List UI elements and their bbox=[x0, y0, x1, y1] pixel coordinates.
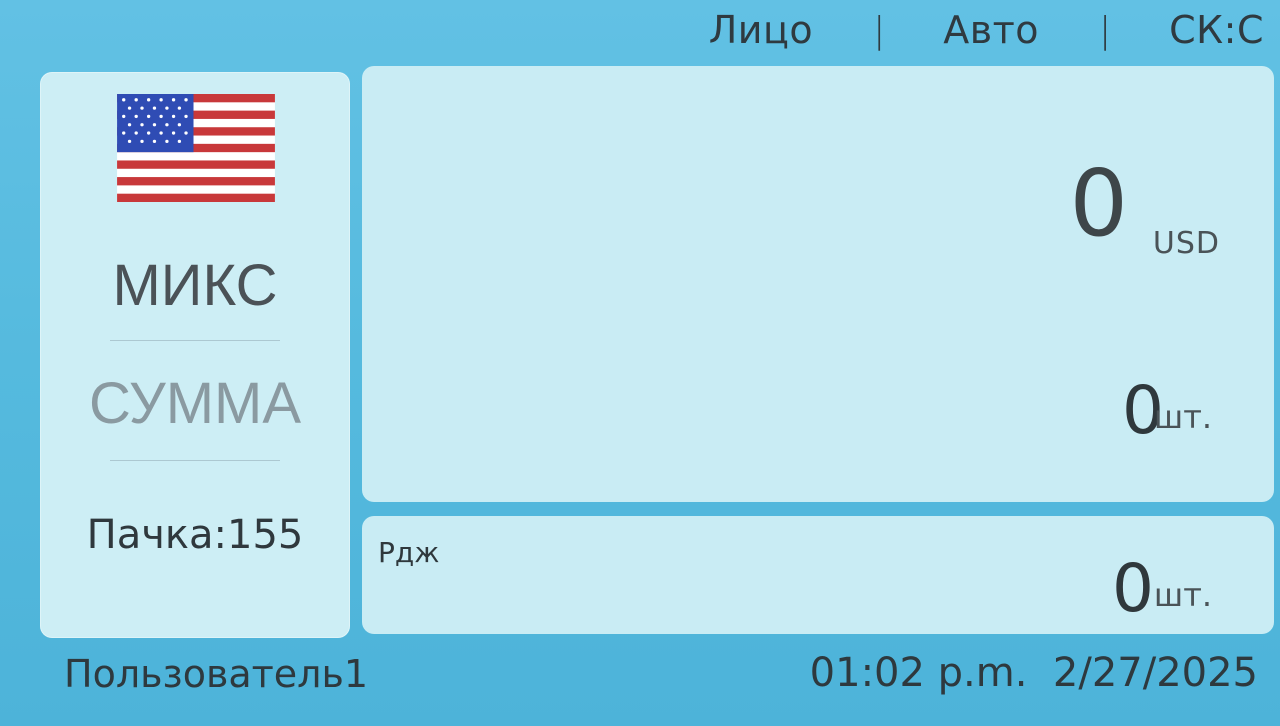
auto-mode-label[interactable]: Авто bbox=[943, 8, 1039, 52]
reject-count: 0 bbox=[1112, 550, 1154, 627]
face-side-label[interactable]: Лицо bbox=[709, 8, 813, 52]
separator: | bbox=[873, 9, 886, 51]
time-label: 01:02 p.m. bbox=[809, 650, 1028, 696]
pieces-unit: шт. bbox=[1153, 398, 1212, 436]
counter-screen: Лицо | Авто | СК:С МИКС СУММА Пачка:155 … bbox=[0, 0, 1280, 726]
reject-label: Рдж bbox=[378, 536, 440, 569]
mix-mode-button[interactable]: МИКС bbox=[40, 252, 350, 319]
mode-panel: МИКС СУММА Пачка:155 bbox=[40, 72, 350, 638]
us-flag-icon[interactable] bbox=[114, 94, 278, 202]
currency-label: USD bbox=[1152, 226, 1220, 261]
total-amount: 0 bbox=[1069, 150, 1128, 257]
divider bbox=[110, 460, 280, 461]
user-name[interactable]: Пользователь1 bbox=[64, 652, 368, 696]
date-label: 2/27/2025 bbox=[1052, 650, 1258, 696]
speed-label[interactable]: СК:С bbox=[1169, 8, 1264, 52]
reject-unit: шт. bbox=[1153, 576, 1212, 614]
sum-mode-button[interactable]: СУММА bbox=[40, 370, 350, 437]
batch-setting[interactable]: Пачка:155 bbox=[40, 512, 350, 558]
divider bbox=[110, 340, 280, 341]
top-status-bar: Лицо | Авто | СК:С bbox=[709, 6, 1264, 54]
date-time: 01:02 p.m. 2/27/2025 bbox=[810, 650, 1258, 696]
reject-panel: Рдж 0 шт. bbox=[362, 516, 1274, 634]
separator: | bbox=[1099, 9, 1112, 51]
count-panel: 0 USD 0 шт. bbox=[362, 66, 1274, 502]
